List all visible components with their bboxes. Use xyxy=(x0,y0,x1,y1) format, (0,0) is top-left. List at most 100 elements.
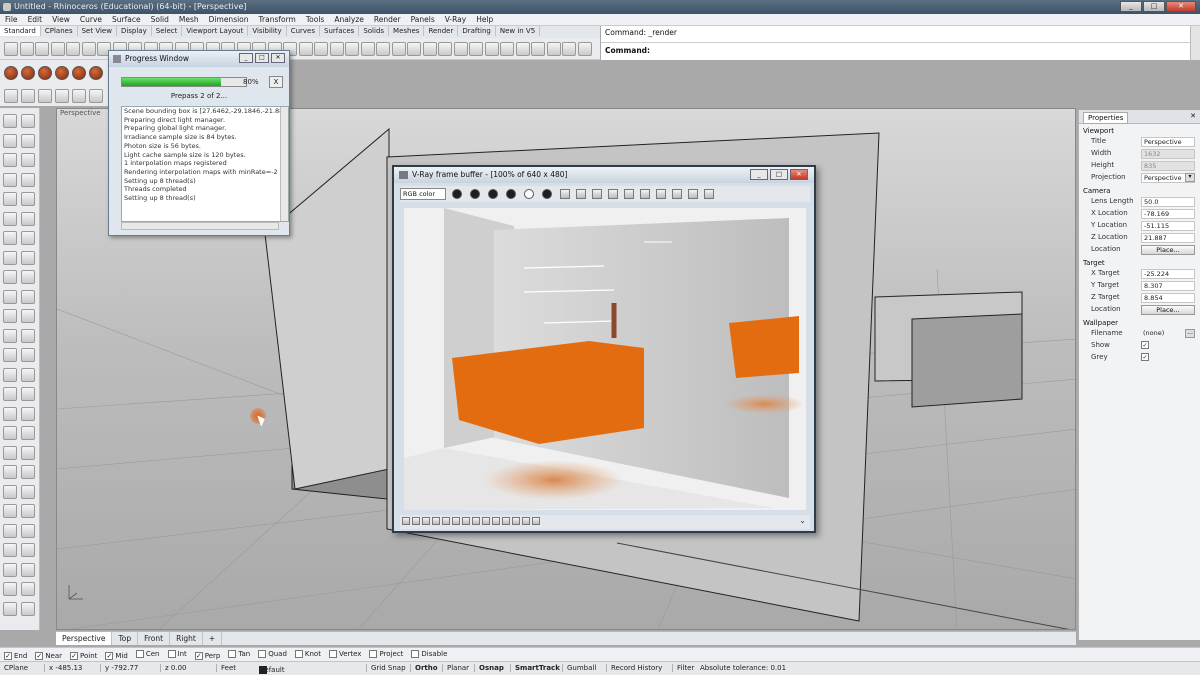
planar-toggle[interactable]: Planar xyxy=(442,664,469,672)
tab-surfaces[interactable]: Surfaces xyxy=(320,26,360,36)
grey-checkbox[interactable]: ✓ xyxy=(1141,353,1149,361)
modeling-tool-icon[interactable] xyxy=(3,367,17,382)
modeling-tool-icon[interactable] xyxy=(3,192,17,206)
properties-tab[interactable]: Properties xyxy=(1083,112,1129,124)
panel-close-icon[interactable]: ✕ xyxy=(1190,112,1196,120)
vfb-bottom-tool-icon[interactable] xyxy=(522,517,530,525)
viewport-tab-perspective[interactable]: Perspective xyxy=(56,632,113,645)
grid-snap-toggle[interactable]: Grid Snap xyxy=(366,664,406,672)
vray-render-icon[interactable] xyxy=(89,66,103,80)
vfb-bottom-tool-icon[interactable] xyxy=(412,517,420,525)
y-location-field[interactable]: -51.115 xyxy=(1141,221,1195,231)
modeling-tool-icon[interactable] xyxy=(3,426,17,440)
log-hscrollbar[interactable] xyxy=(121,222,279,230)
progress-close-button[interactable]: ✕ xyxy=(271,53,285,63)
osnap-int[interactable]: Int xyxy=(167,650,187,658)
toolbar-tool-icon[interactable] xyxy=(484,42,499,56)
toolbar-tool-icon[interactable] xyxy=(515,42,530,56)
chevron-down-icon[interactable]: ⌄ xyxy=(799,516,806,525)
modeling-tool-icon[interactable] xyxy=(21,172,35,187)
modeling-tool-icon[interactable] xyxy=(3,348,17,362)
color-channel-icon[interactable] xyxy=(488,189,498,199)
modeling-tool-icon[interactable] xyxy=(21,153,35,167)
osnap-end[interactable]: ✓ End xyxy=(4,652,27,660)
modeling-tool-icon[interactable] xyxy=(3,406,17,421)
x-location-field[interactable]: -78.169 xyxy=(1141,209,1195,219)
osnap-quad-checkbox[interactable] xyxy=(258,650,267,658)
vfb-close-button[interactable]: ✕ xyxy=(790,169,808,180)
osnap-near-checkbox[interactable]: ✓ xyxy=(35,652,44,660)
menu-item-edit[interactable]: Edit xyxy=(23,14,48,25)
modeling-tool-icon[interactable] xyxy=(3,523,17,538)
color-channel-icon[interactable] xyxy=(542,189,552,199)
toolbar-tool-icon[interactable] xyxy=(577,42,592,56)
osnap-perp[interactable]: ✓ Perp xyxy=(194,652,220,660)
toolbar-tool-icon[interactable] xyxy=(50,42,65,56)
vfb-bottom-tool-icon[interactable] xyxy=(512,517,520,525)
tab-set-view[interactable]: Set View xyxy=(78,26,117,36)
vray-render-icon[interactable] xyxy=(72,66,86,80)
modeling-tool-icon[interactable] xyxy=(3,504,17,518)
tab-render[interactable]: Render xyxy=(424,26,459,36)
toolbar-tool-icon[interactable] xyxy=(469,42,483,56)
log-scrollbar[interactable] xyxy=(280,107,288,221)
osnap-cen-checkbox[interactable] xyxy=(135,650,144,658)
progress-minimize-button[interactable]: _ xyxy=(239,53,253,63)
toolbar-tool-icon[interactable] xyxy=(345,42,359,56)
toolbar-tool-icon[interactable] xyxy=(546,42,561,56)
maximize-button[interactable]: □ xyxy=(1143,1,1165,12)
ortho-toggle[interactable]: Ortho xyxy=(410,664,438,672)
modeling-tool-icon[interactable] xyxy=(3,172,17,187)
z-target-field[interactable]: 8.854 xyxy=(1141,293,1195,303)
tab-cplanes[interactable]: CPlanes xyxy=(41,26,78,36)
vray-tool-icon[interactable] xyxy=(55,89,69,103)
menu-item-panels[interactable]: Panels xyxy=(406,14,440,25)
modeling-tool-icon[interactable] xyxy=(3,289,17,304)
tab-select[interactable]: Select xyxy=(152,26,183,36)
target-place-button[interactable]: Place... xyxy=(1141,305,1195,315)
tab-visibility[interactable]: Visibility xyxy=(248,26,287,36)
tab-curves[interactable]: Curves xyxy=(287,26,320,36)
vfb-titlebar[interactable]: V-Ray frame buffer - [100% of 640 x 480]… xyxy=(394,167,814,183)
lens-length-field[interactable]: 50.0 xyxy=(1141,197,1195,207)
osnap-perp-checkbox[interactable]: ✓ xyxy=(194,652,203,660)
add-viewport-tab-icon[interactable]: + xyxy=(203,632,223,645)
toolbar-tool-icon[interactable] xyxy=(438,42,452,56)
menu-item-view[interactable]: View xyxy=(47,14,75,25)
toolbar-tool-icon[interactable] xyxy=(562,42,576,56)
vfb-bottom-tool-icon[interactable] xyxy=(502,517,510,525)
tab-meshes[interactable]: Meshes xyxy=(389,26,425,36)
vray-tool-icon[interactable] xyxy=(38,89,52,103)
modeling-tool-icon[interactable] xyxy=(21,601,35,616)
modeling-tool-icon[interactable] xyxy=(3,153,17,167)
modeling-tool-icon[interactable] xyxy=(3,328,17,343)
command-scrollbar[interactable] xyxy=(1190,26,1200,60)
menu-item-transform[interactable]: Transform xyxy=(254,14,301,25)
modeling-tool-icon[interactable] xyxy=(21,543,35,557)
vfb-tool-icon[interactable] xyxy=(688,189,698,199)
modeling-tool-icon[interactable] xyxy=(21,309,35,323)
modeling-tool-icon[interactable] xyxy=(21,289,35,304)
osnap-knot-checkbox[interactable] xyxy=(294,650,303,658)
menu-item-solid[interactable]: Solid xyxy=(146,14,174,25)
osnap-cen[interactable]: Cen xyxy=(135,650,160,658)
smarttrack-toggle[interactable]: SmartTrack xyxy=(510,664,560,672)
toolbar-tool-icon[interactable] xyxy=(531,42,545,56)
osnap-mid-checkbox[interactable]: ✓ xyxy=(105,652,114,660)
viewport-tab-right[interactable]: Right xyxy=(170,632,203,645)
toolbar-tool-icon[interactable] xyxy=(19,42,34,56)
modeling-tool-icon[interactable] xyxy=(21,114,35,128)
modeling-tool-icon[interactable] xyxy=(3,114,17,128)
menu-item-help[interactable]: Help xyxy=(471,14,498,25)
vfb-bottom-tool-icon[interactable] xyxy=(432,517,440,525)
z-location-field[interactable]: 21.887 xyxy=(1141,233,1195,243)
vfb-bottom-tool-icon[interactable] xyxy=(492,517,500,525)
show-checkbox[interactable]: ✓ xyxy=(1141,341,1149,349)
modeling-tool-icon[interactable] xyxy=(21,387,35,401)
modeling-tool-icon[interactable] xyxy=(3,543,17,557)
camera-place-button[interactable]: Place... xyxy=(1141,245,1195,255)
toolbar-tool-icon[interactable] xyxy=(376,42,390,56)
modeling-tool-icon[interactable] xyxy=(21,348,35,362)
modeling-tool-icon[interactable] xyxy=(21,328,35,343)
osnap-mid[interactable]: ✓ Mid xyxy=(105,652,128,660)
